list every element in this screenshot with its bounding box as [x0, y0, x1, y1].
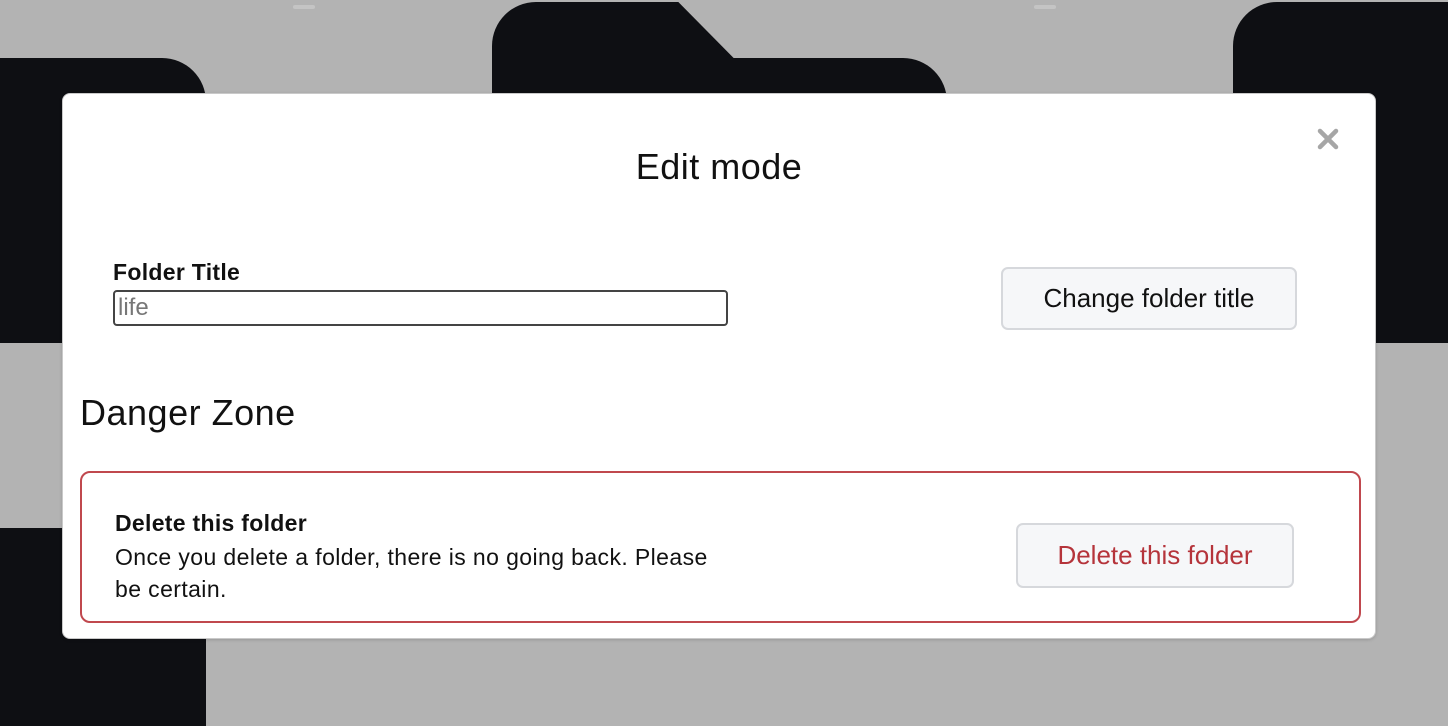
delete-folder-title: Delete this folder: [115, 510, 307, 536]
modal-title: Edit mode: [635, 146, 803, 187]
drag-handle-icon: [293, 5, 315, 9]
folder-title-label: Folder Title: [113, 259, 241, 285]
delete-folder-description: Once you delete a folder, there is no go…: [115, 544, 708, 602]
folder-title-section: Folder Title Change folder title: [113, 259, 1297, 339]
folder-title-input[interactable]: [113, 290, 728, 326]
danger-zone-heading: Danger Zone: [80, 392, 296, 433]
delete-folder-button[interactable]: Delete this folder: [1016, 523, 1294, 588]
drag-handle-icon: [1034, 5, 1056, 9]
danger-zone-box: Delete this folder Once you delete a fol…: [80, 471, 1361, 623]
change-folder-title-button[interactable]: Change folder title: [1001, 267, 1297, 330]
edit-folder-modal: Edit mode Folder Title Change folder tit…: [62, 93, 1376, 639]
